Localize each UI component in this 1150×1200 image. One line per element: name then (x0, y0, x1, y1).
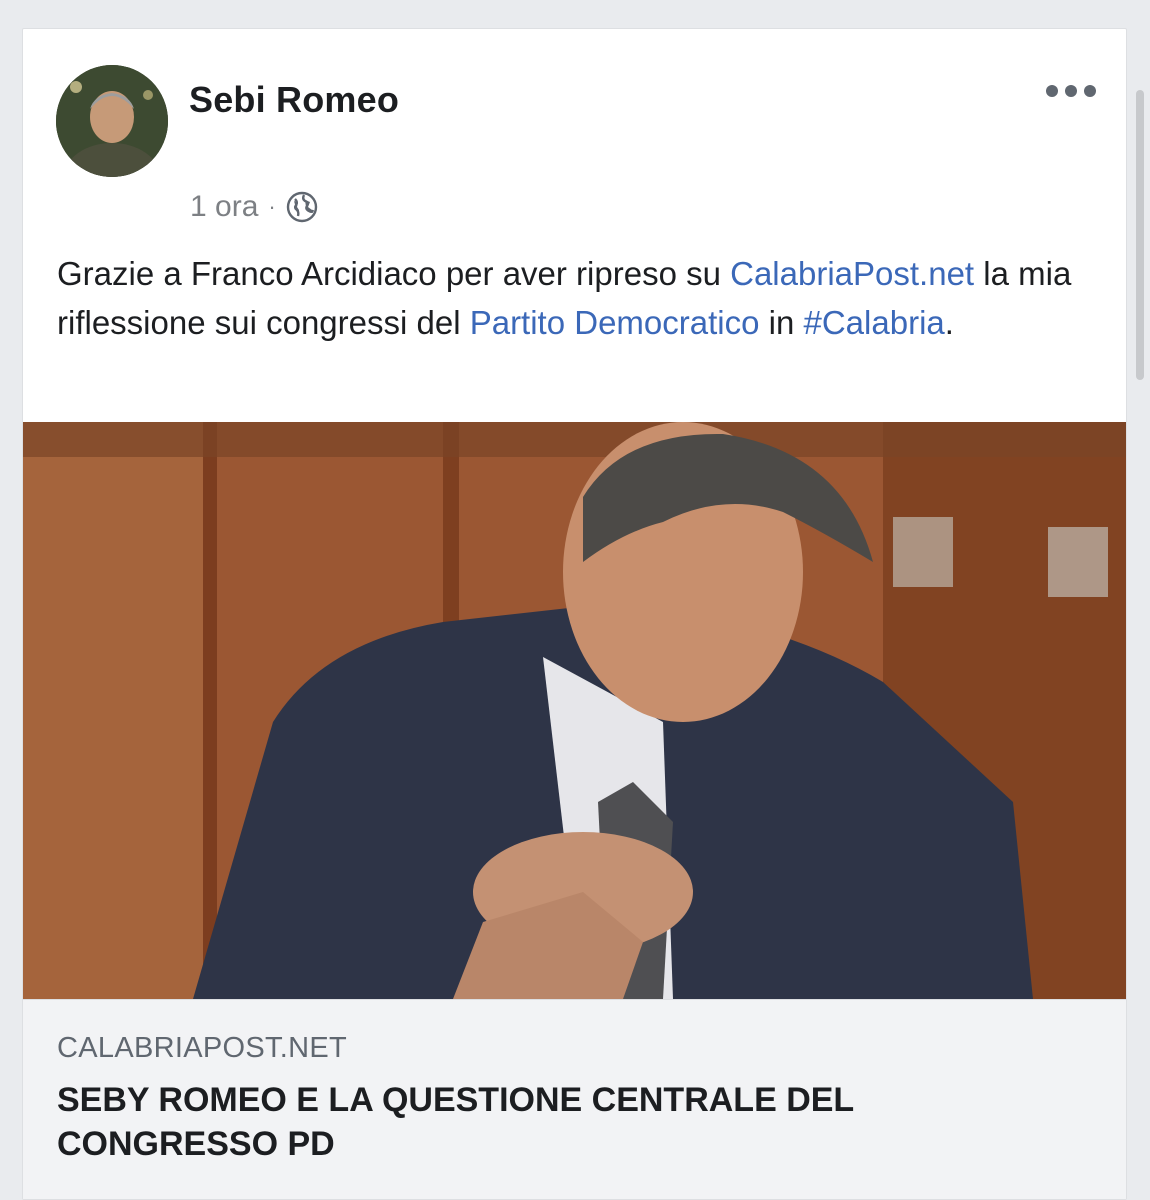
text-part-1: Grazie a Franco Arcidiaco per aver ripre… (57, 255, 721, 292)
link-preview-image[interactable] (23, 422, 1126, 999)
author-avatar[interactable] (56, 65, 168, 177)
post-text: Grazie a Franco Arcidiaco per aver ripre… (57, 249, 1097, 347)
link-domain: CALABRIAPOST.NET (57, 1032, 348, 1064)
link-partito-democratico[interactable]: Partito Democratico (470, 304, 760, 341)
hashtag-calabria[interactable]: #Calabria (804, 304, 945, 341)
author-name[interactable]: Sebi Romeo (189, 79, 399, 121)
post-card: Sebi Romeo 1 ora · Grazie a Franco Arcid… (22, 28, 1127, 1200)
link-title[interactable]: SEBY ROMEO E LA QUESTIONE CENTRALE DEL C… (57, 1078, 1077, 1166)
more-dot (1084, 85, 1096, 97)
link-preview[interactable]: CALABRIAPOST.NET SEBY ROMEO E LA QUESTIO… (23, 999, 1126, 1199)
globe-icon[interactable] (286, 191, 318, 223)
scrollbar[interactable] (1136, 90, 1144, 380)
text-end: . (944, 304, 954, 341)
avatar-image (56, 65, 168, 177)
post-meta: 1 ora · (190, 187, 318, 227)
post-time[interactable]: 1 ora (190, 190, 258, 224)
text-part-3: in (768, 304, 795, 341)
photo-illustration (23, 422, 1126, 999)
more-dot (1046, 85, 1058, 97)
more-options-icon[interactable] (1046, 79, 1096, 103)
meta-separator: · (268, 194, 276, 219)
more-dot (1065, 85, 1077, 97)
post-header: Sebi Romeo 1 ora · (23, 29, 1126, 259)
link-calabriapost[interactable]: CalabriaPost.net (730, 255, 974, 292)
